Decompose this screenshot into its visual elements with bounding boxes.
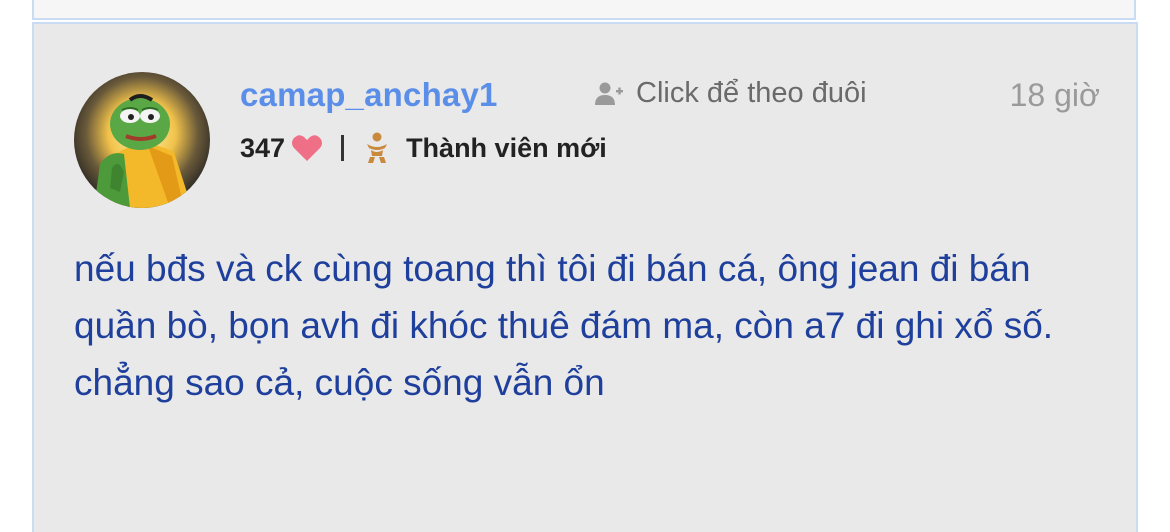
post-content: nếu bđs và ck cùng toang thì tôi đi bán …: [74, 248, 1054, 403]
username[interactable]: camap_anchay1: [240, 76, 498, 114]
previous-post-card: [32, 0, 1136, 20]
meta-separator: [341, 135, 345, 161]
user-rank: Thành viên mới: [406, 132, 607, 163]
avatar[interactable]: [74, 72, 210, 208]
add-user-icon: [594, 81, 624, 107]
follow-button[interactable]: Click để theo đuôi: [594, 77, 867, 110]
comment-post: camap_anchay1 Click để theo đuôi 18 giờ …: [32, 22, 1138, 532]
avatar-image: [74, 72, 210, 208]
post-time: 18 giờ: [1009, 77, 1100, 113]
rank-badge-icon: [364, 132, 390, 164]
follow-label: Click để theo đuôi: [636, 77, 867, 109]
user-meta: 347 Thành viên mới: [240, 132, 607, 164]
heart-icon: [291, 134, 323, 162]
like-count: 347: [240, 132, 286, 163]
